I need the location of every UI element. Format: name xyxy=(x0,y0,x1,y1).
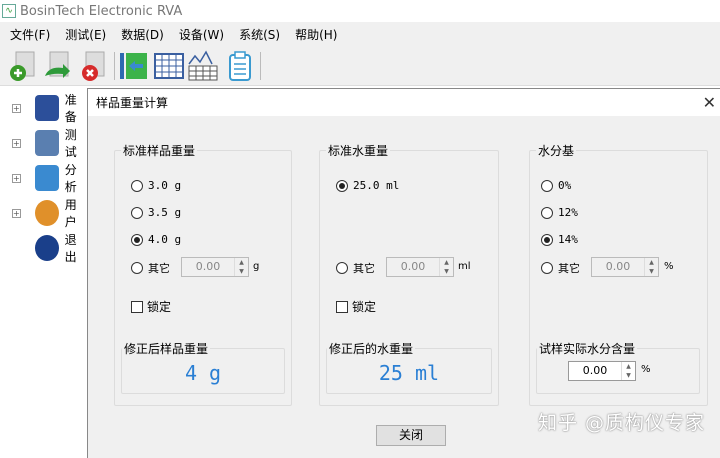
group-label: 水分基 xyxy=(536,142,577,159)
corrected-sample-weight: 修正后样品重量 4 g xyxy=(121,340,285,394)
import-icon[interactable] xyxy=(119,50,149,82)
result-value: 4 g xyxy=(184,361,222,385)
radio-moisture-14[interactable]: 14% xyxy=(541,233,578,246)
menu-system[interactable]: 系统(S) xyxy=(239,26,280,43)
group-label: 修正后的水重量 xyxy=(327,340,416,357)
expand-icon[interactable]: + xyxy=(12,103,21,113)
result-value: 25 ml xyxy=(378,361,440,385)
title-bar: ∿ BosinTech Electronic RVA xyxy=(0,0,720,22)
sample-weight-dialog: 样品重量计算 ✕ 标准样品重量 3.0 g 3.5 g 4.0 g 其它 0.00… xyxy=(87,88,720,458)
tree-item-user[interactable]: + 用户 xyxy=(12,196,87,230)
tree-item-prepare[interactable]: + 准备 xyxy=(12,91,87,125)
tree-label: 分析 xyxy=(64,163,77,194)
menu-file[interactable]: 文件(F) xyxy=(10,26,50,43)
toolbar-separator xyxy=(260,52,261,80)
analyze-icon xyxy=(34,165,59,191)
toolbar-separator xyxy=(114,52,115,80)
water-lock-checkbox[interactable]: 锁定 xyxy=(336,298,376,315)
water-other-input[interactable]: 0.00 ▲ ▼ xyxy=(386,257,454,277)
app-logo-icon: ∿ xyxy=(2,4,16,18)
toolbar xyxy=(0,46,720,86)
moisture-content-input[interactable]: 0.00 ▲ ▼ xyxy=(568,361,636,381)
radio-water-other[interactable]: 其它 xyxy=(336,260,375,276)
user-gear-icon xyxy=(34,200,59,226)
sample-weight-group: 标准样品重量 3.0 g 3.5 g 4.0 g 其它 0.00 ▲ ▼ g 锁定 … xyxy=(114,142,292,406)
close-icon[interactable]: ✕ xyxy=(703,93,716,112)
actual-moisture-content: 试样实际水分含量 0.00 ▲ ▼ % xyxy=(536,340,700,394)
radio-sample-3.5g[interactable]: 3.5 g xyxy=(131,206,181,219)
group-label: 标准样品重量 xyxy=(121,142,198,159)
radio-moisture-12[interactable]: 12% xyxy=(541,206,578,219)
expand-icon[interactable]: + xyxy=(12,173,21,183)
radio-moisture-0[interactable]: 0% xyxy=(541,179,571,192)
group-label: 标准水重量 xyxy=(326,142,391,159)
expand-icon[interactable]: + xyxy=(12,138,21,148)
radio-water-25ml[interactable]: 25.0 ml xyxy=(336,179,399,192)
test-icon xyxy=(34,130,59,156)
tree-label: 测试 xyxy=(64,128,77,159)
sample-other-input[interactable]: 0.00 ▲ ▼ xyxy=(181,257,249,277)
group-label: 试样实际水分含量 xyxy=(537,340,638,357)
tree-label: 用户 xyxy=(64,198,77,229)
dialog-title: 样品重量计算 xyxy=(96,96,169,110)
corrected-water-weight: 修正后的水重量 25 ml xyxy=(326,340,492,394)
tree-item-analyze[interactable]: + 分析 xyxy=(12,161,87,195)
radio-sample-3g[interactable]: 3.0 g xyxy=(131,179,181,192)
sample-lock-checkbox[interactable]: 锁定 xyxy=(131,298,171,315)
tree-item-test[interactable]: + 测试 xyxy=(12,126,87,160)
tree-label: 退出 xyxy=(64,233,77,264)
moisture-basis-group: 水分基 0% 12% 14% 其它 0.00 ▲ ▼ % 试样实际水分含量 0.00… xyxy=(529,142,708,406)
menu-data[interactable]: 数据(D) xyxy=(121,26,164,43)
menu-help[interactable]: 帮助(H) xyxy=(295,26,337,43)
table-icon[interactable] xyxy=(154,50,184,82)
unit-label: ml xyxy=(458,261,471,272)
moisture-other-input[interactable]: 0.00 ▲ ▼ xyxy=(591,257,659,277)
menu-test[interactable]: 测试(E) xyxy=(65,26,106,43)
radio-sample-4g[interactable]: 4.0 g xyxy=(131,233,181,246)
clipboard-icon[interactable] xyxy=(225,50,255,82)
dialog-title-bar: 样品重量计算 ✕ xyxy=(88,89,720,116)
watermark: 知乎 @质构仪专家 xyxy=(538,412,706,434)
exit-icon xyxy=(34,235,59,261)
unit-label: % xyxy=(664,261,674,272)
new-file-icon[interactable] xyxy=(8,50,38,82)
water-weight-group: 标准水重量 25.0 ml 其它 0.00 ▲ ▼ ml 锁定 修正后的水重量 25… xyxy=(319,142,499,406)
expand-icon[interactable]: + xyxy=(12,208,21,218)
menu-bar: 文件(F) 测试(E) 数据(D) 设备(W) 系统(S) 帮助(H) xyxy=(0,22,720,46)
app-title: BosinTech Electronic RVA xyxy=(20,3,183,19)
menu-device[interactable]: 设备(W) xyxy=(179,26,224,43)
navigation-tree: + 准备 + 测试 + 分析 + 用户 退出 xyxy=(0,87,87,451)
delete-file-icon[interactable] xyxy=(78,50,108,82)
unit-label: % xyxy=(641,364,651,375)
prepare-icon xyxy=(34,95,59,121)
radio-moisture-other[interactable]: 其它 xyxy=(541,260,580,276)
radio-sample-other[interactable]: 其它 xyxy=(131,260,170,276)
close-button[interactable]: 关闭 xyxy=(376,425,446,446)
tree-label: 准备 xyxy=(64,93,77,124)
tree-item-exit[interactable]: 退出 xyxy=(12,231,87,265)
unit-label: g xyxy=(253,261,260,272)
group-label: 修正后样品重量 xyxy=(122,340,211,357)
chart-table-icon[interactable] xyxy=(188,50,218,82)
open-file-icon[interactable] xyxy=(42,50,72,82)
